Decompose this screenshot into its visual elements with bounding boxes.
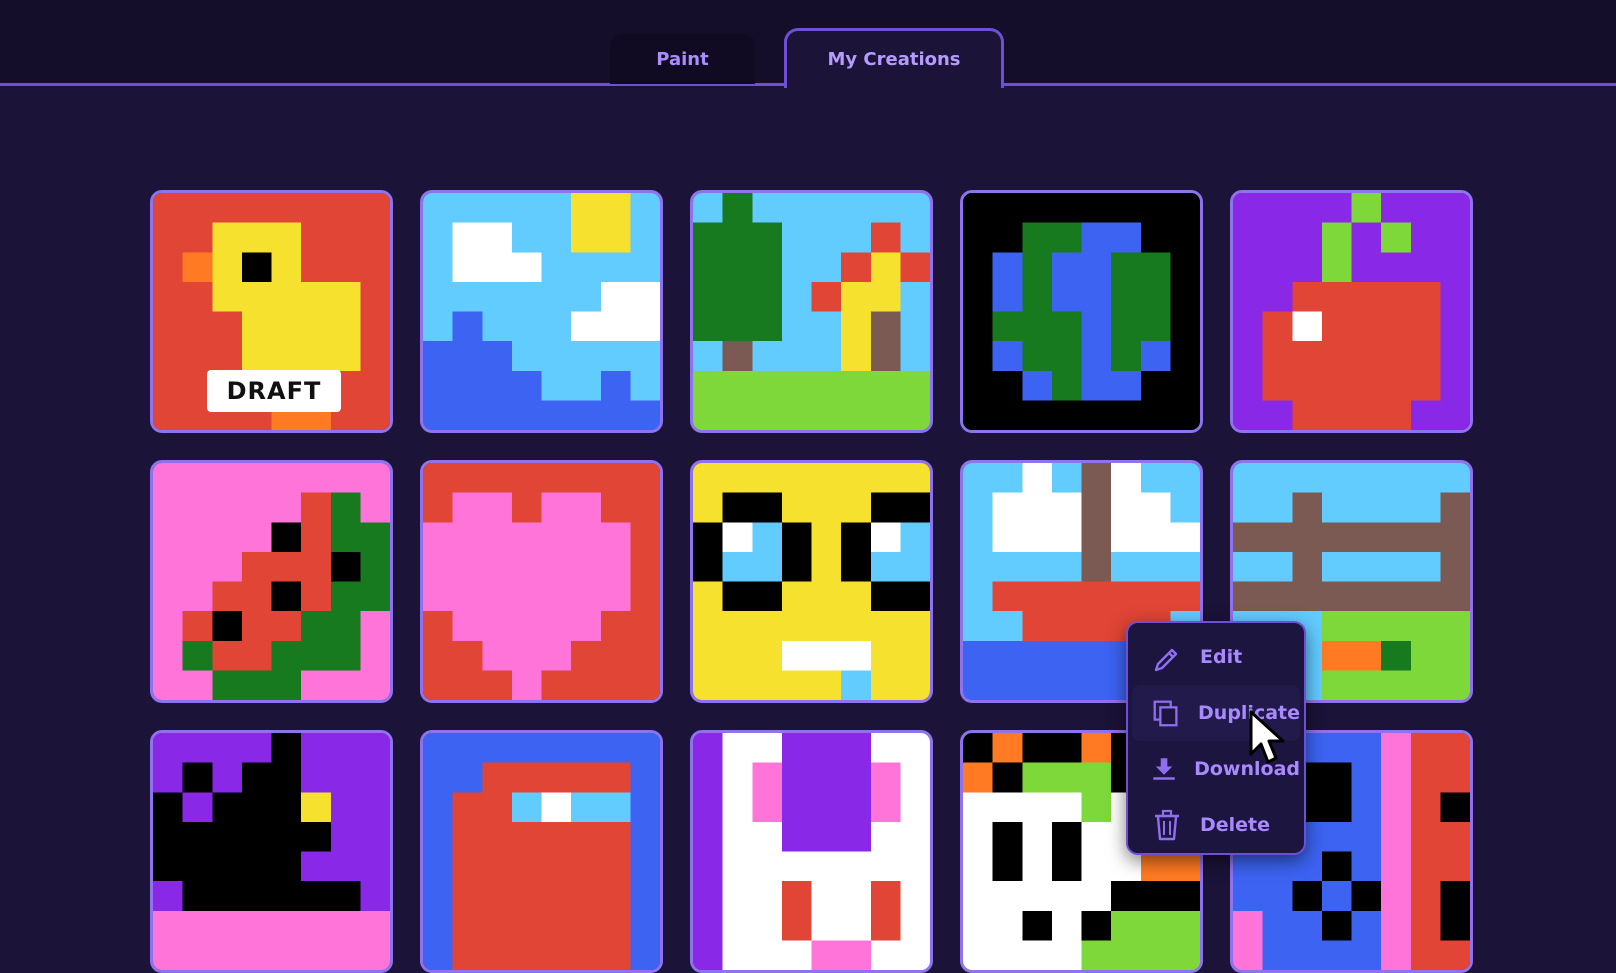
heart-pixel-art — [423, 463, 660, 700]
creation-heart[interactable] — [420, 460, 663, 703]
creation-face[interactable] — [690, 460, 933, 703]
creation-earth[interactable] — [960, 190, 1203, 433]
top-bar: Paint My Creations — [0, 0, 1616, 88]
creation-duck[interactable]: DRAFT — [150, 190, 393, 433]
download-icon — [1153, 758, 1175, 780]
apple-pixel-art — [1233, 193, 1470, 430]
creation-house[interactable] — [690, 190, 933, 433]
creation-watermelon[interactable] — [150, 460, 393, 703]
house-pixel-art — [693, 193, 930, 430]
sky-pixel-art — [423, 193, 660, 430]
creation-bunny[interactable] — [690, 730, 933, 973]
watermelon-pixel-art — [153, 463, 390, 700]
creation-red-character[interactable] — [420, 730, 663, 973]
duplicate-icon — [1153, 700, 1178, 727]
cat-pixel-art — [153, 733, 390, 970]
creation-cat[interactable] — [150, 730, 393, 973]
pencil-icon — [1154, 648, 1178, 672]
earth-pixel-art — [963, 193, 1200, 430]
red-character-pixel-art — [423, 733, 660, 970]
trash-icon — [1155, 809, 1179, 841]
mouse-pointer-icon — [1249, 710, 1285, 764]
bunny-pixel-art — [693, 733, 930, 970]
menu-item-label: Edit — [1200, 646, 1243, 668]
tab-my-creations[interactable]: My Creations — [784, 28, 1004, 88]
creation-apple[interactable] — [1230, 190, 1473, 433]
menu-item-edit[interactable]: Edit — [1132, 629, 1300, 685]
menu-item-label: Delete — [1200, 814, 1271, 836]
menu-item-delete[interactable]: Delete — [1132, 797, 1300, 853]
draft-badge: DRAFT — [207, 370, 341, 412]
creation-sky[interactable] — [420, 190, 663, 433]
tab-paint[interactable]: Paint — [610, 34, 755, 84]
face-pixel-art — [693, 463, 930, 700]
